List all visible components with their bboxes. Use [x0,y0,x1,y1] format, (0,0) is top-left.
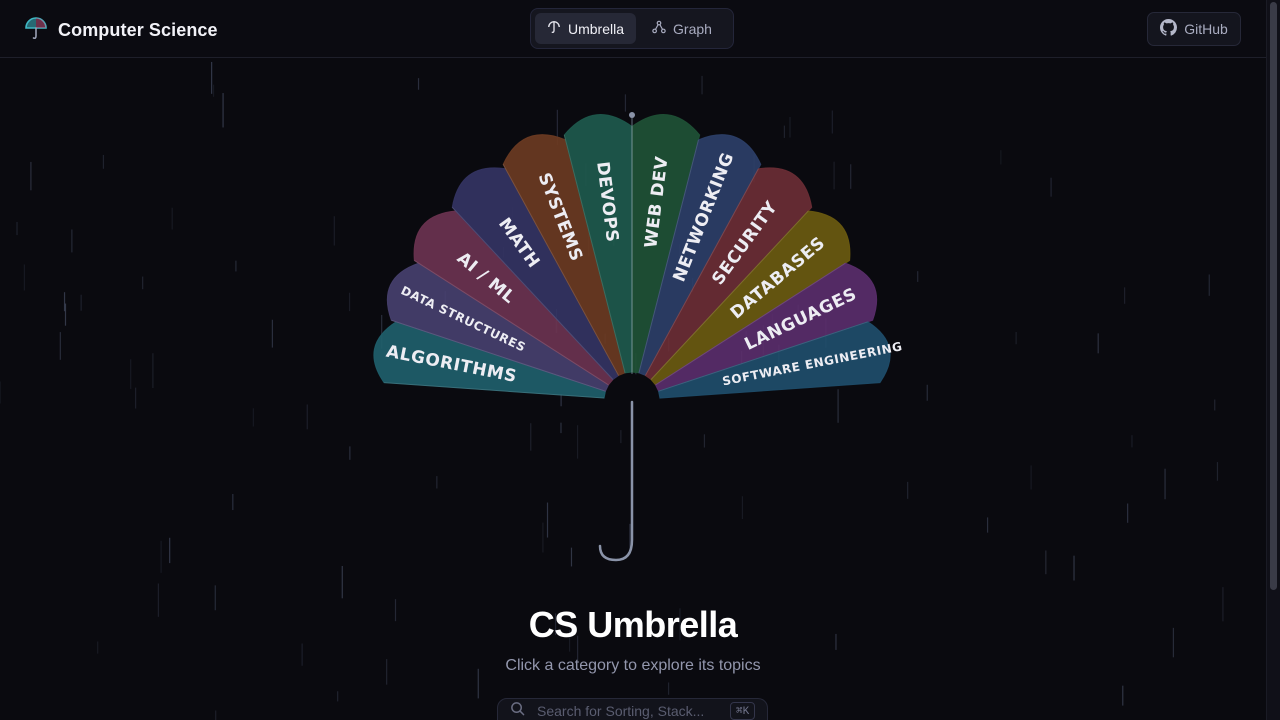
search-input[interactable] [535,700,720,720]
github-icon [1160,19,1178,39]
tab-graph-label: Graph [673,20,712,37]
tab-umbrella[interactable]: Umbrella [535,13,637,44]
umbrella-handle [598,400,634,562]
umbrella-tip [629,112,635,118]
search-bar[interactable]: ⌘K [497,698,768,720]
page-subtitle: Click a category to explore its topics [505,657,761,674]
github-label: GitHub [1184,21,1228,37]
search-icon [510,701,525,720]
brand-title: Computer Science [58,20,218,40]
tab-umbrella-label: Umbrella [568,20,625,37]
view-toggle: Umbrella Graph [530,8,734,49]
search-shortcut: ⌘K [730,702,756,720]
top-header: Computer Science Umbrella Graph GitHub [0,0,1266,58]
github-link[interactable]: GitHub [1147,12,1241,46]
umbrella-icon [547,20,561,37]
page-title: CS Umbrella [528,604,738,645]
graph-icon [652,20,666,37]
page-scrollbar[interactable] [1266,0,1280,720]
brand[interactable]: Computer Science [24,16,218,45]
tab-graph[interactable]: Graph [640,13,724,44]
umbrella-logo-icon [24,16,48,45]
page: ALGORITHMS DATA STRUCTURES AI / ML MATH SYST… [0,0,1280,720]
scrollbar-thumb[interactable] [1270,2,1277,590]
